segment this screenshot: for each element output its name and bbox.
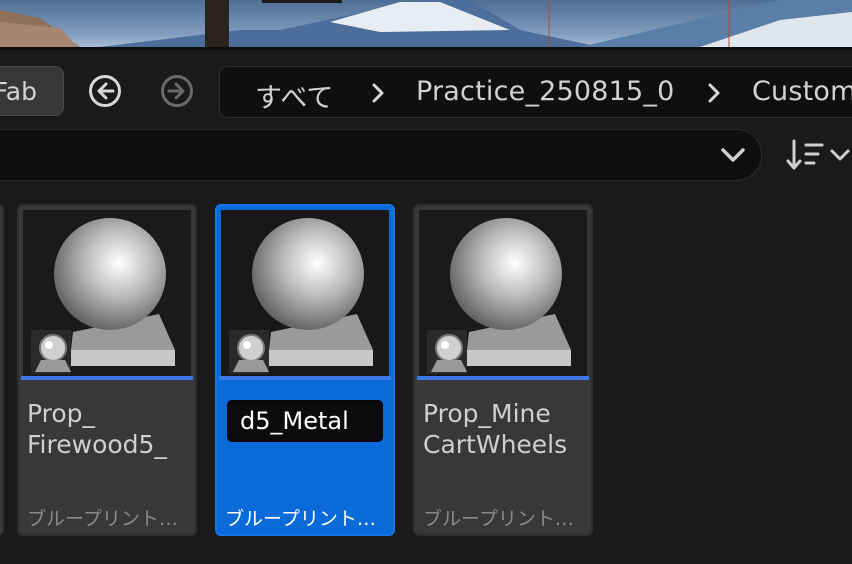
asset-type-label: ブループリント… bbox=[225, 508, 376, 530]
asset-type-label: ブループリント… bbox=[423, 508, 574, 530]
asset-thumbnail bbox=[23, 210, 191, 380]
chevron-right-icon[interactable] bbox=[368, 82, 388, 104]
asset-type-label: ブループリント… bbox=[27, 508, 178, 530]
chevron-down-icon[interactable] bbox=[718, 143, 748, 167]
asset-tile[interactable]: Prop_ Firewood5_ ブループリント… bbox=[17, 204, 197, 536]
rename-input[interactable] bbox=[227, 400, 383, 442]
material-sphere-icon bbox=[229, 218, 373, 374]
asset-tile-selected[interactable]: ブループリント… bbox=[215, 204, 395, 536]
arrow-left-circle-icon[interactable] bbox=[88, 74, 122, 108]
asset-type-bar bbox=[21, 376, 193, 380]
fab-button-label: Fab bbox=[0, 76, 37, 106]
asset-type-bar bbox=[417, 376, 589, 380]
level-viewport[interactable] bbox=[0, 0, 852, 47]
breadcrumb-item-project[interactable]: Practice_250815_0 bbox=[416, 76, 675, 107]
asset-tile[interactable]: Prop_Mine CartWheels ブループリント… bbox=[413, 204, 593, 536]
fab-button[interactable]: Fab bbox=[0, 66, 64, 116]
breadcrumb-item-custom[interactable]: Custom bbox=[752, 76, 852, 107]
asset-thumbnail bbox=[221, 210, 389, 380]
material-sphere-icon bbox=[427, 218, 571, 374]
asset-type-bar bbox=[219, 376, 391, 380]
material-sphere-icon bbox=[31, 218, 175, 374]
asset-name: Prop_Mine CartWheels bbox=[423, 399, 568, 459]
arrow-right-circle-icon[interactable] bbox=[160, 74, 194, 108]
sort-filter-icon[interactable] bbox=[786, 137, 852, 173]
asset-thumbnail bbox=[419, 210, 587, 380]
asset-name: Prop_ Firewood5_ bbox=[27, 399, 167, 459]
search-input[interactable] bbox=[0, 129, 762, 181]
viewport-divider bbox=[0, 47, 852, 50]
chevron-right-icon[interactable] bbox=[704, 82, 724, 104]
breadcrumb-item-all[interactable]: すべて bbox=[255, 76, 334, 115]
asset-tile-partial[interactable] bbox=[0, 204, 4, 536]
landscape-image bbox=[0, 0, 852, 47]
